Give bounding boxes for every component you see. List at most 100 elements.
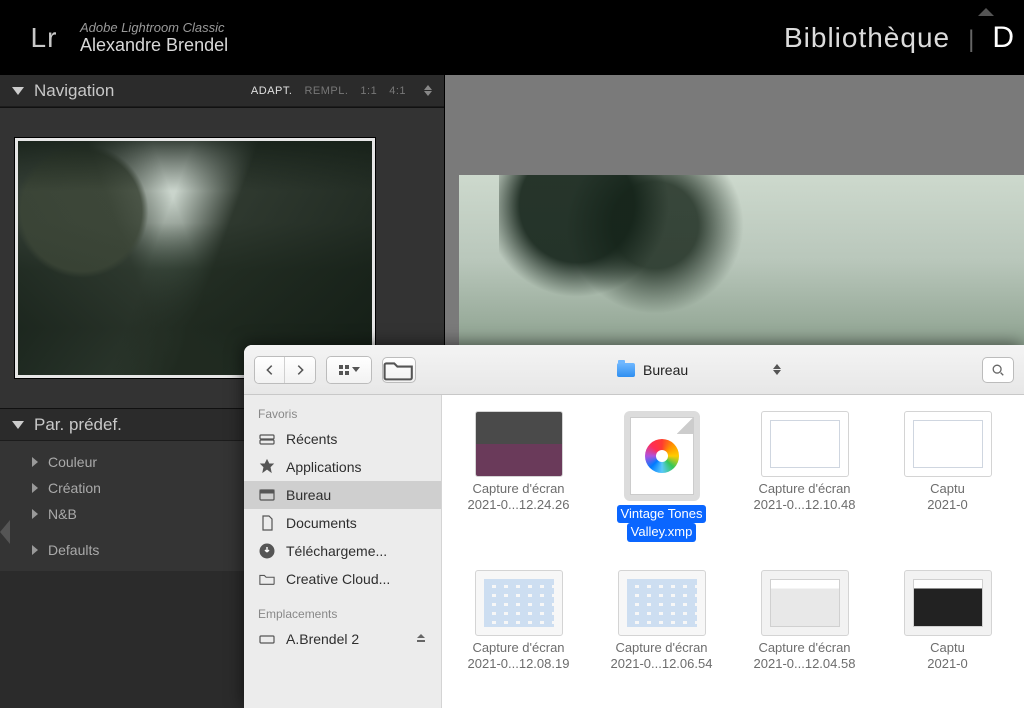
preview-thumbnail[interactable]: [15, 138, 375, 378]
sidebar-item-label: Téléchargeme...: [286, 543, 387, 559]
product-name: Adobe Lightroom Classic: [80, 20, 228, 35]
search-icon: [991, 363, 1005, 377]
lightroom-logo: Lr: [20, 14, 68, 62]
photos-icon: [645, 439, 679, 473]
file-thumbnail: [475, 411, 563, 477]
sidebar-item-creative-cloud[interactable]: Creative Cloud...: [244, 565, 441, 593]
chevron-right-icon: [32, 509, 38, 519]
chevron-down-icon: [352, 367, 360, 372]
apps-icon: [258, 460, 276, 474]
sidebar-section-favorites: Favoris: [244, 403, 441, 425]
finder-toolbar: Bureau: [244, 345, 1024, 395]
chevron-right-icon: [32, 457, 38, 467]
sidebar-item-label: A.Brendel 2: [286, 631, 359, 647]
location-name: Bureau: [643, 362, 688, 378]
preset-label: Création: [48, 480, 101, 496]
finder-window: Bureau Favoris Récents Applications: [244, 345, 1024, 708]
sidebar-item-documents[interactable]: Documents: [244, 509, 441, 537]
sidebar-item-label: Creative Cloud...: [286, 571, 390, 587]
file-thumbnail: [475, 570, 563, 636]
chevron-right-icon: [32, 545, 38, 555]
sidebar-item-downloads[interactable]: Téléchargeme...: [244, 537, 441, 565]
sidebar-item-label: Applications: [286, 459, 362, 475]
file-item[interactable]: Capture d'écran2021-0...12.06.54: [595, 570, 728, 673]
sidebar-item-label: Récents: [286, 431, 337, 447]
file-name: Capture d'écran2021-0...12.24.26: [468, 481, 570, 514]
file-item[interactable]: Captu2021-0: [881, 570, 1014, 673]
navigation-panel-header[interactable]: Navigation ADAPT. REMPL. 1:1 4:1: [0, 75, 444, 107]
file-item[interactable]: Capture d'écran2021-0...12.24.26: [452, 411, 585, 542]
file-thumbnail: [761, 411, 849, 477]
zoom-1-1[interactable]: 1:1: [360, 85, 377, 97]
file-name: Captu2021-0: [927, 481, 967, 514]
file-item[interactable]: Capture d'écran2021-0...12.04.58: [738, 570, 871, 673]
disclosure-triangle-icon[interactable]: [12, 421, 24, 429]
file-name: Vintage TonesValley.xmp: [617, 505, 707, 542]
sidebar-section-locations: Emplacements: [244, 603, 441, 625]
folder-icon: [617, 363, 635, 377]
finder-sidebar: Favoris Récents Applications Bureau Docu…: [244, 395, 442, 708]
zoom-4-1[interactable]: 4:1: [389, 85, 406, 97]
panel-collapse-top-icon[interactable]: [978, 8, 994, 16]
module-library[interactable]: Bibliothèque: [784, 22, 950, 54]
drive-icon: [258, 632, 276, 646]
selection-highlight: [624, 411, 700, 501]
file-name: Capture d'écran2021-0...12.10.48: [754, 481, 856, 514]
sidebar-item-recents[interactable]: Récents: [244, 425, 441, 453]
file-thumbnail: [761, 570, 849, 636]
panel-collapse-left-icon[interactable]: [0, 520, 10, 544]
file-item-selected[interactable]: Vintage TonesValley.xmp: [595, 411, 728, 542]
file-item[interactable]: Capture d'écran2021-0...12.10.48: [738, 411, 871, 542]
image-area: [445, 75, 1024, 345]
folder-icon: [258, 572, 276, 586]
dropdown-arrows-icon: [773, 364, 781, 375]
download-icon: [258, 544, 276, 558]
sidebar-item-label: Bureau: [286, 487, 331, 503]
zoom-adapt[interactable]: ADAPT.: [251, 85, 293, 97]
file-name: Capture d'écran2021-0...12.08.19: [468, 640, 570, 673]
view-switcher: [326, 356, 372, 384]
eject-icon[interactable]: [415, 631, 427, 647]
module-separator: |: [968, 26, 974, 54]
icon-view-button[interactable]: [327, 357, 371, 383]
file-thumbnail: [630, 417, 694, 495]
sidebar-item-applications[interactable]: Applications: [244, 453, 441, 481]
grid-icon: [339, 365, 349, 375]
back-button[interactable]: [255, 357, 285, 383]
preset-label: Couleur: [48, 454, 97, 470]
folder-icon: [383, 357, 415, 383]
document-icon: [258, 516, 276, 530]
file-thumbnail: [618, 570, 706, 636]
zoom-stepper-icon[interactable]: [424, 85, 432, 97]
preset-label: N&B: [48, 506, 77, 522]
file-name: Captu2021-0: [927, 640, 967, 673]
presets-title: Par. prédef.: [34, 415, 122, 435]
user-name: Alexandre Brendel: [80, 35, 228, 56]
file-item[interactable]: Captu2021-0: [881, 411, 1014, 542]
file-name: Capture d'écran2021-0...12.04.58: [754, 640, 856, 673]
file-grid: Capture d'écran2021-0...12.24.26 Vintage…: [442, 395, 1024, 708]
chevron-right-icon: [32, 483, 38, 493]
location-dropdown[interactable]: Bureau: [609, 357, 789, 383]
lightroom-topbar: Lr Adobe Lightroom Classic Alexandre Bre…: [0, 0, 1024, 75]
file-name: Capture d'écran2021-0...12.06.54: [611, 640, 713, 673]
zoom-rempl[interactable]: REMPL.: [304, 85, 348, 97]
main-image[interactable]: [459, 175, 1024, 345]
search-button[interactable]: [982, 357, 1014, 383]
navigation-title: Navigation: [34, 81, 114, 101]
group-button[interactable]: [382, 357, 416, 383]
disclosure-triangle-icon[interactable]: [12, 87, 24, 95]
file-thumbnail: [904, 570, 992, 636]
file-thumbnail: [904, 411, 992, 477]
module-develop[interactable]: D: [992, 21, 1014, 55]
desktop-icon: [258, 488, 276, 502]
sidebar-item-drive[interactable]: A.Brendel 2: [244, 625, 441, 653]
nav-buttons: [254, 356, 316, 384]
hdd-icon: [258, 432, 276, 446]
sidebar-item-bureau[interactable]: Bureau: [244, 481, 441, 509]
file-item[interactable]: Capture d'écran2021-0...12.08.19: [452, 570, 585, 673]
sidebar-item-label: Documents: [286, 515, 357, 531]
lightroom-title: Adobe Lightroom Classic Alexandre Brende…: [80, 20, 228, 56]
forward-button[interactable]: [285, 357, 315, 383]
preset-label: Defaults: [48, 542, 99, 558]
